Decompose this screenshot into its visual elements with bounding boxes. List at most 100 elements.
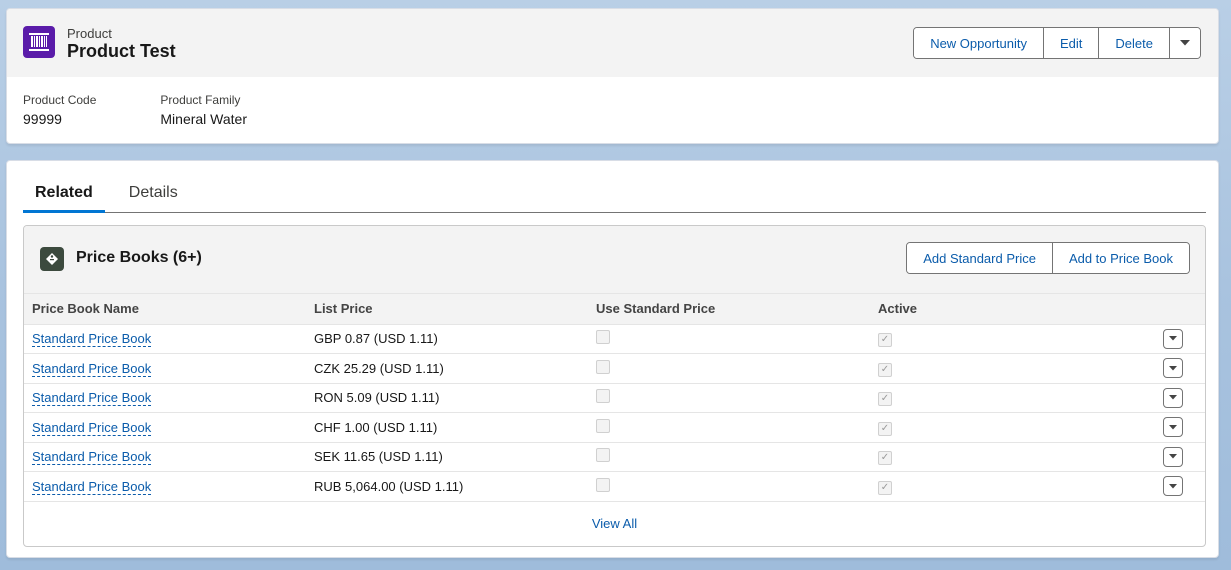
related-list-actions: Add Standard Price Add to Price Book	[906, 242, 1190, 274]
active-checkbox: ✓	[878, 451, 892, 466]
column-header-actions	[1130, 294, 1205, 325]
cell-use-standard-price	[588, 324, 870, 354]
table-row: Standard Price Book GBP 0.87 (USD 1.11) …	[24, 324, 1205, 354]
row-actions-button[interactable]	[1163, 446, 1183, 467]
row-actions-button[interactable]	[1163, 358, 1183, 379]
cell-use-standard-price	[588, 412, 870, 443]
cell-row-actions	[1130, 383, 1205, 413]
table-row: Standard Price Book CZK 25.29 (USD 1.11)…	[24, 353, 1205, 384]
use-standard-price-checkbox	[596, 477, 610, 492]
use-standard-price-checkbox	[596, 448, 610, 463]
cell-list-price: CHF 1.00 (USD 1.11)	[306, 412, 588, 443]
use-standard-price-checkbox	[596, 330, 610, 345]
cell-list-price: CZK 25.29 (USD 1.11)	[306, 353, 588, 384]
cell-name: Standard Price Book	[24, 324, 306, 354]
cell-name: Standard Price Book	[24, 471, 306, 502]
table-row: Standard Price Book RON 5.09 (USD 1.11) …	[24, 383, 1205, 413]
delete-button[interactable]: Delete	[1099, 28, 1170, 58]
price-book-link[interactable]: Standard Price Book	[32, 390, 152, 407]
chevron-down-icon	[1169, 424, 1177, 430]
cell-row-actions	[1130, 412, 1205, 443]
tab-details[interactable]: Details	[117, 177, 190, 213]
edit-button[interactable]: Edit	[1044, 28, 1100, 58]
active-checkbox: ✓	[878, 333, 892, 348]
price-book-link[interactable]: Standard Price Book	[32, 478, 152, 495]
column-header-active: Active	[870, 294, 1130, 325]
price-book-link[interactable]: Standard Price Book	[32, 419, 152, 436]
cell-list-price: SEK 11.65 (USD 1.11)	[306, 442, 588, 472]
cell-row-actions	[1130, 324, 1205, 354]
column-header-use-standard-price: Use Standard Price	[588, 294, 870, 325]
cell-row-actions	[1130, 442, 1205, 472]
active-checkbox: ✓	[878, 480, 892, 495]
cell-name: Standard Price Book	[24, 383, 306, 413]
price-book-link[interactable]: Standard Price Book	[32, 449, 152, 466]
table-row: Standard Price Book SEK 11.65 (USD 1.11)…	[24, 442, 1205, 472]
field-product-family: Product Family Mineral Water	[160, 93, 247, 127]
cell-name: Standard Price Book	[24, 353, 306, 384]
cell-use-standard-price	[588, 471, 870, 502]
cell-active: ✓	[870, 471, 1130, 502]
view-all-link[interactable]: View All	[24, 502, 1205, 531]
price-book-link[interactable]: Standard Price Book	[32, 331, 152, 348]
cell-active: ✓	[870, 442, 1130, 472]
more-actions-button[interactable]	[1170, 28, 1200, 58]
column-header-list-price: List Price	[306, 294, 588, 325]
cell-list-price: RON 5.09 (USD 1.11)	[306, 383, 588, 413]
field-value: 99999	[23, 111, 62, 127]
row-actions-button[interactable]	[1163, 328, 1183, 349]
new-opportunity-button[interactable]: New Opportunity	[914, 28, 1045, 58]
cell-use-standard-price	[588, 442, 870, 472]
price-books-related-list: Price Books (6+) Add Standard Price Add …	[23, 225, 1206, 547]
tab-bar: Related Details	[23, 177, 1206, 213]
cell-active: ✓	[870, 383, 1130, 413]
record-header: Product Product Test New Opportunity Edi…	[6, 8, 1219, 144]
chevron-down-icon	[1169, 395, 1177, 400]
header-actions: New Opportunity Edit Delete	[913, 27, 1201, 59]
related-list-title: Price Books (6+)	[76, 249, 202, 266]
add-standard-price-button[interactable]: Add Standard Price	[907, 243, 1053, 273]
chevron-down-icon	[1169, 365, 1177, 371]
field-value: Mineral Water	[160, 111, 248, 127]
chevron-down-icon	[1180, 40, 1190, 46]
chevron-down-icon	[1169, 483, 1177, 489]
price-books-table: Price Book Name List Price Use Standard …	[24, 294, 1205, 502]
object-type-label: Product	[67, 26, 112, 41]
pricebook-icon	[40, 247, 64, 271]
cell-active: ✓	[870, 412, 1130, 443]
use-standard-price-checkbox	[596, 359, 610, 374]
use-standard-price-checkbox	[596, 389, 610, 404]
chevron-down-icon	[1169, 454, 1177, 459]
cell-list-price: GBP 0.87 (USD 1.11)	[306, 324, 588, 354]
cell-row-actions	[1130, 353, 1205, 384]
chevron-down-icon	[1169, 336, 1177, 341]
field-product-code: Product Code 99999	[23, 93, 96, 127]
cell-name: Standard Price Book	[24, 412, 306, 443]
row-actions-button[interactable]	[1163, 417, 1183, 438]
price-book-link[interactable]: Standard Price Book	[32, 360, 152, 377]
active-checkbox: ✓	[878, 392, 892, 407]
tab-related[interactable]: Related	[23, 177, 105, 213]
table-header-row: Price Book Name List Price Use Standard …	[24, 294, 1205, 325]
field-label: Product Family	[160, 93, 241, 107]
row-actions-button[interactable]	[1163, 387, 1183, 408]
field-label: Product Code	[23, 93, 97, 107]
product-icon	[23, 26, 55, 58]
related-list-header: Price Books (6+) Add Standard Price Add …	[24, 226, 1205, 294]
cell-use-standard-price	[588, 353, 870, 384]
active-checkbox: ✓	[878, 362, 892, 377]
row-actions-button[interactable]	[1163, 476, 1183, 497]
table-row: Standard Price Book CHF 1.00 (USD 1.11) …	[24, 412, 1205, 443]
highlight-fields: Product Code 99999 Product Family Minera…	[23, 93, 311, 127]
cell-active: ✓	[870, 324, 1130, 354]
add-to-price-book-button[interactable]: Add to Price Book	[1052, 243, 1189, 273]
cell-list-price: RUB 5,064.00 (USD 1.11)	[306, 471, 588, 502]
record-header-top: Product Product Test New Opportunity Edi…	[7, 9, 1218, 77]
table-row: Standard Price Book RUB 5,064.00 (USD 1.…	[24, 471, 1205, 502]
cell-active: ✓	[870, 353, 1130, 384]
use-standard-price-checkbox	[596, 418, 610, 433]
active-checkbox: ✓	[878, 421, 892, 436]
cell-use-standard-price	[588, 383, 870, 413]
cell-name: Standard Price Book	[24, 442, 306, 472]
record-body: Related Details Price Books (6+) Add Sta…	[6, 160, 1219, 558]
